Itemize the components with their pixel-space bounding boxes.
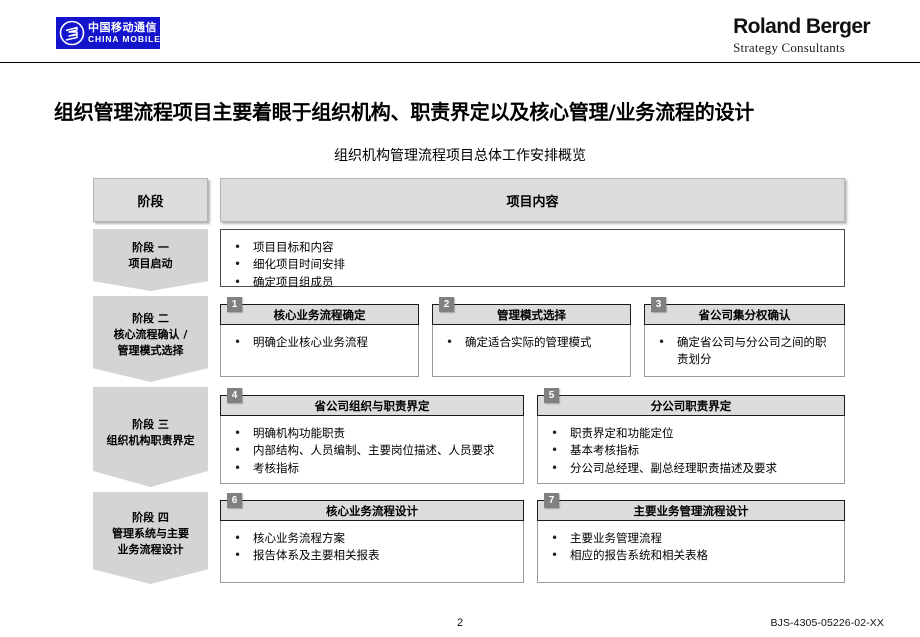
phase-label-1: 阶段 一 项目启动 xyxy=(128,241,173,270)
bullet-list: 确定适合实际的管理模式 xyxy=(433,325,630,357)
bullet-list: 主要业务管理流程 相应的报告系统和相关表格 xyxy=(538,521,844,571)
phase-content-3: 4 省公司组织与职责界定 明确机构功能职责 内部结构、人员编制、主要岗位描述、人… xyxy=(220,387,845,487)
phase-label-3: 阶段 三 组织机构职责界定 xyxy=(106,418,195,447)
phase-row-1: 阶段 一 项目启动 项目目标和内容 细化项目时间安排 确定项目组成员 xyxy=(93,229,845,292)
card-number-badge: 6 xyxy=(227,493,242,508)
list-item: 职责界定和功能定位 xyxy=(544,424,834,443)
card-body-2: 确定适合实际的管理模式 xyxy=(432,325,631,377)
list-item: 细化项目时间安排 xyxy=(227,255,834,274)
card-header-5: 5 分公司职责界定 xyxy=(537,388,845,416)
list-item: 分公司总经理、副总经理职责描述及要求 xyxy=(544,459,834,478)
list-item: 考核指标 xyxy=(227,459,513,478)
card-body-4: 明确机构功能职责 内部结构、人员编制、主要岗位描述、人员要求 考核指标 xyxy=(220,416,524,484)
phase-label-2: 阶段 二 核心流程确认 / 管理模式选择 xyxy=(113,312,188,357)
bullet-list: 确定省公司与分公司之间的职责划分 xyxy=(645,325,844,375)
page-title: 组织管理流程项目主要着眼于组织机构、职责界定以及核心管理/业务流程的设计 xyxy=(54,100,755,124)
card-body-6: 核心业务流程方案 报告体系及主要相关报表 xyxy=(220,521,524,583)
list-item: 核心业务流程方案 xyxy=(227,529,513,548)
list-item: 确定省公司与分公司之间的职责划分 xyxy=(651,333,834,369)
card-header-1: 1 核心业务流程确定 xyxy=(220,297,419,325)
bullet-list: 明确企业核心业务流程 xyxy=(221,325,418,357)
card-2[interactable]: 2 管理模式选择 确定适合实际的管理模式 xyxy=(432,297,631,377)
page-subtitle: 组织机构管理流程项目总体工作安排概览 xyxy=(334,148,586,164)
china-mobile-cn-name: 中国移动通信 xyxy=(88,21,157,35)
card-title: 分公司职责界定 xyxy=(650,398,732,413)
phase-row-4: 阶段 四 管理系统与主要 业务流程设计 6 核心业务流程设计 核心业务流程方案 … xyxy=(93,492,845,584)
bullet-list: 项目目标和内容 细化项目时间安排 确定项目组成员 xyxy=(221,230,844,297)
list-item: 主要业务管理流程 xyxy=(544,529,834,548)
card-4[interactable]: 4 省公司组织与职责界定 明确机构功能职责 内部结构、人员编制、主要岗位描述、人… xyxy=(220,388,524,484)
china-mobile-en-name: CHINA MOBILE xyxy=(88,34,161,45)
table-header-row: 阶段 项目内容 xyxy=(93,178,845,222)
card-title: 主要业务管理流程设计 xyxy=(633,503,749,518)
list-item: 明确企业核心业务流程 xyxy=(227,333,408,352)
china-mobile-logo-icon xyxy=(59,20,85,46)
card-header-2: 2 管理模式选择 xyxy=(432,297,631,325)
card-number-badge: 3 xyxy=(651,297,666,312)
card-header-3: 3 省公司集分权确认 xyxy=(644,297,845,325)
card-title: 核心业务流程设计 xyxy=(326,503,418,518)
phase-row-3: 阶段 三 组织机构职责界定 4 省公司组织与职责界定 明确机构功能职责 内部结构… xyxy=(93,387,845,487)
list-item: 确定适合实际的管理模式 xyxy=(439,333,620,352)
card-header-4: 4 省公司组织与职责界定 xyxy=(220,388,524,416)
card-title: 管理模式选择 xyxy=(497,307,566,322)
list-item: 相应的报告系统和相关表格 xyxy=(544,546,834,565)
list-item: 确定项目组成员 xyxy=(227,273,834,292)
page-header: 中国移动通信 CHINA MOBILE Roland Berger Strate… xyxy=(0,0,920,58)
list-item: 明确机构功能职责 xyxy=(227,424,513,443)
bullet-list: 核心业务流程方案 报告体系及主要相关报表 xyxy=(221,521,523,571)
phase-cell-1: 阶段 一 项目启动 xyxy=(93,229,208,291)
card-number-badge: 4 xyxy=(227,388,242,403)
card-header-7: 7 主要业务管理流程设计 xyxy=(537,493,845,521)
phase-content-1: 项目目标和内容 细化项目时间安排 确定项目组成员 xyxy=(220,229,845,292)
card-1[interactable]: 1 核心业务流程确定 明确企业核心业务流程 xyxy=(220,297,419,377)
list-item: 项目目标和内容 xyxy=(227,238,834,257)
list-item: 基本考核指标 xyxy=(544,441,834,460)
card-3[interactable]: 3 省公司集分权确认 确定省公司与分公司之间的职责划分 xyxy=(644,297,845,377)
card-body-5: 职责界定和功能定位 基本考核指标 分公司总经理、副总经理职责描述及要求 xyxy=(537,416,845,484)
phase-cell-4: 阶段 四 管理系统与主要 业务流程设计 xyxy=(93,492,208,584)
card-body-7: 主要业务管理流程 相应的报告系统和相关表格 xyxy=(537,521,845,583)
table-header-stage: 阶段 xyxy=(93,178,208,222)
card-number-badge: 2 xyxy=(439,297,454,312)
document-code: BJS-4305-05226-02-XX xyxy=(770,617,884,629)
roland-berger-logo: Roland Berger Strategy Consultants xyxy=(733,15,871,56)
card-number-badge: 7 xyxy=(544,493,559,508)
list-item: 报告体系及主要相关报表 xyxy=(227,546,513,565)
card-header-6: 6 核心业务流程设计 xyxy=(220,493,524,521)
card-title: 省公司集分权确认 xyxy=(698,307,791,322)
card-6[interactable]: 6 核心业务流程设计 核心业务流程方案 报告体系及主要相关报表 xyxy=(220,493,524,583)
phase-label-4: 阶段 四 管理系统与主要 业务流程设计 xyxy=(112,511,189,556)
roland-berger-name: Roland Berger xyxy=(733,15,871,38)
content-box-phase-1: 项目目标和内容 细化项目时间安排 确定项目组成员 xyxy=(220,229,845,292)
card-title: 省公司组织与职责界定 xyxy=(314,398,430,413)
card-body-1: 明确企业核心业务流程 xyxy=(220,325,419,377)
card-title: 核心业务流程确定 xyxy=(273,307,366,322)
phase-row-2: 阶段 二 核心流程确认 / 管理模式选择 1 核心业务流程确定 明确企业核心业务… xyxy=(93,296,845,382)
phase-cell-2: 阶段 二 核心流程确认 / 管理模式选择 xyxy=(93,296,208,382)
card-number-badge: 5 xyxy=(544,388,559,403)
work-plan-table: 阶段 项目内容 阶段 一 项目启动 项目目标和内容 细化项目时间安排 确定项目组… xyxy=(93,178,845,589)
card-5[interactable]: 5 分公司职责界定 职责界定和功能定位 基本考核指标 分公司总经理、副总经理职责… xyxy=(537,388,845,484)
table-header-content: 项目内容 xyxy=(220,178,845,222)
card-number-badge: 1 xyxy=(227,297,242,312)
china-mobile-wordmark: 中国移动通信 CHINA MOBILE xyxy=(88,22,161,44)
china-mobile-logo: 中国移动通信 CHINA MOBILE xyxy=(56,17,160,49)
phase-cell-3: 阶段 三 组织机构职责界定 xyxy=(93,387,208,487)
phase-content-4: 6 核心业务流程设计 核心业务流程方案 报告体系及主要相关报表 7 主要业务管理… xyxy=(220,492,845,584)
bullet-list: 职责界定和功能定位 基本考核指标 分公司总经理、副总经理职责描述及要求 xyxy=(538,416,844,483)
roland-berger-tagline: Strategy Consultants xyxy=(733,40,846,56)
list-item: 内部结构、人员编制、主要岗位描述、人员要求 xyxy=(227,441,513,460)
header-divider xyxy=(0,62,920,63)
card-body-3: 确定省公司与分公司之间的职责划分 xyxy=(644,325,845,377)
phase-content-2: 1 核心业务流程确定 明确企业核心业务流程 2 管理模式选择 确定适合实际的管理… xyxy=(220,296,845,382)
bullet-list: 明确机构功能职责 内部结构、人员编制、主要岗位描述、人员要求 考核指标 xyxy=(221,416,523,483)
card-7[interactable]: 7 主要业务管理流程设计 主要业务管理流程 相应的报告系统和相关表格 xyxy=(537,493,845,583)
